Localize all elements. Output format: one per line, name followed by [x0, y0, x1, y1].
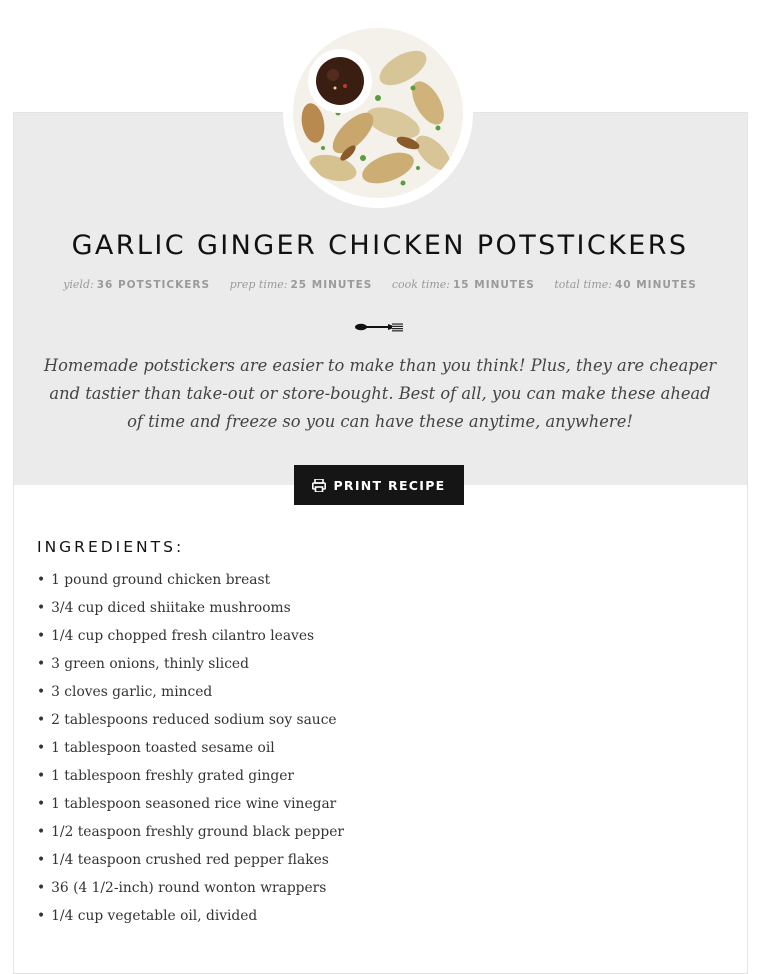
bullet: •	[37, 628, 46, 644]
list-item: • 1/4 teaspoon crushed red pepper flakes	[37, 846, 344, 874]
recipe-title: GARLIC GINGER CHICKEN POTSTICKERS	[71, 230, 689, 261]
ingredient-text: 1/4 cup chopped fresh cilantro leaves	[51, 628, 315, 644]
bullet: •	[37, 852, 46, 868]
recipe-summary: Homemade potstickers are easier to make …	[43, 356, 717, 431]
bullet: •	[37, 880, 46, 896]
prep-time-label: prep time:	[229, 278, 288, 291]
prep-time: prep time: 25 MINUTES	[230, 278, 373, 291]
list-item: • 1/2 teaspoon freshly ground black peppe…	[37, 818, 344, 846]
yield-value: 36 POTSTICKERS	[96, 279, 211, 291]
ingredient-text: 1/4 teaspoon crushed red pepper flakes	[51, 852, 329, 868]
recipe-photo	[293, 28, 463, 198]
bullet: •	[37, 768, 46, 784]
bullet: •	[37, 796, 46, 812]
ingredients-heading: INGREDIENTS:	[37, 538, 185, 556]
ingredients-list: • 1 pound ground chicken breast • 3/4 cup …	[37, 566, 344, 930]
fork-divider-icon	[354, 318, 406, 332]
list-item: • 1 pound ground chicken breast	[37, 566, 344, 594]
bullet: •	[37, 740, 46, 756]
ingredient-text: 36 (4 1/2-inch) round wonton wrappers	[51, 880, 327, 896]
printer-icon	[312, 478, 327, 492]
bullet: •	[37, 908, 46, 924]
list-item: • 2 tablespoons reduced sodium soy sauce	[37, 706, 344, 734]
list-item: • 1 tablespoon seasoned rice wine vinegar	[37, 790, 344, 818]
print-recipe-label: PRINT RECIPE	[333, 477, 446, 493]
ingredient-text: 1 tablespoon toasted sesame oil	[51, 740, 275, 756]
cook-time: cook time: 15 MINUTES	[392, 278, 535, 291]
recipe-meta: yield: 36 POTSTICKERS prep time: 25 MINUTE…	[0, 278, 760, 291]
ingredient-text: 1 tablespoon seasoned rice wine vinegar	[51, 796, 337, 812]
bullet: •	[37, 572, 46, 588]
list-item: • 36 (4 1/2-inch) round wonton wrappers	[37, 874, 344, 902]
bullet: •	[37, 824, 46, 840]
ingredient-text: 1 pound ground chicken breast	[51, 572, 271, 588]
list-item: • 3/4 cup diced shiitake mushrooms	[37, 594, 344, 622]
list-item: • 1 tablespoon freshly grated ginger	[37, 762, 344, 790]
ingredient-text: 3 cloves garlic, minced	[51, 684, 213, 700]
cook-time-value: 15 MINUTES	[453, 279, 535, 291]
yield-label: yield:	[63, 278, 94, 291]
bullet: •	[37, 684, 46, 700]
list-item: • 1/4 cup chopped fresh cilantro leaves	[37, 622, 344, 650]
yield: yield: 36 POTSTICKERS	[63, 278, 210, 291]
bullet: •	[37, 712, 46, 728]
prep-time-value: 25 MINUTES	[290, 279, 373, 291]
total-time-label: total time:	[554, 278, 612, 291]
list-item: • 3 cloves garlic, minced	[37, 678, 344, 706]
list-item: • 3 green onions, thinly sliced	[37, 650, 344, 678]
ingredient-text: 1/4 cup vegetable oil, divided	[51, 908, 258, 924]
list-item: • 1/4 cup vegetable oil, divided	[37, 902, 344, 930]
bullet: •	[37, 600, 46, 616]
cook-time-label: cook time:	[391, 278, 450, 291]
ingredient-text: 1 tablespoon freshly grated ginger	[51, 768, 295, 784]
ingredient-text: 1/2 teaspoon freshly ground black pepper	[51, 824, 344, 840]
ingredient-text: 3 green onions, thinly sliced	[51, 656, 249, 672]
print-recipe-button[interactable]: PRINT RECIPE	[294, 465, 464, 505]
total-time-value: 40 MINUTES	[614, 279, 697, 291]
ingredient-text: 3/4 cup diced shiitake mushrooms	[51, 600, 291, 616]
ingredient-text: 2 tablespoons reduced sodium soy sauce	[51, 712, 337, 728]
bullet: •	[37, 656, 46, 672]
list-item: • 1 tablespoon toasted sesame oil	[37, 734, 344, 762]
total-time: total time: 40 MINUTES	[554, 278, 696, 291]
